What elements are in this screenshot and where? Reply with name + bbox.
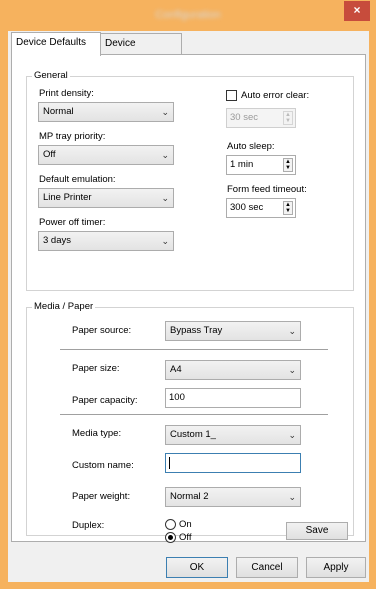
default-emulation-label: Default emulation: xyxy=(39,174,116,185)
chevron-down-icon: ⌄ xyxy=(288,492,296,502)
separator xyxy=(60,414,328,415)
form-feed-timeout-label: Form feed timeout: xyxy=(227,184,307,195)
mp-tray-priority-label: MP tray priority: xyxy=(39,131,106,142)
paper-capacity-input[interactable]: 100 xyxy=(165,388,301,408)
mp-tray-priority-value: Off xyxy=(43,149,56,160)
chevron-down-icon: ⌄ xyxy=(161,107,169,117)
paper-weight-label: Paper weight: xyxy=(72,491,131,502)
duplex-off-radio[interactable] xyxy=(165,532,176,543)
chevron-down-icon: ⌄ xyxy=(161,150,169,160)
tab-device-defaults[interactable]: Device Defaults xyxy=(11,32,101,56)
auto-error-clear-label: Auto error clear: xyxy=(241,90,310,101)
custom-name-input[interactable] xyxy=(165,453,301,473)
chevron-down-icon: ⌄ xyxy=(161,236,169,246)
auto-sleep-spinner[interactable]: 1 min ▲ ▼ xyxy=(226,155,296,175)
paper-size-value: A4 xyxy=(170,364,182,375)
apply-button-label: Apply xyxy=(323,562,349,573)
close-button[interactable]: × xyxy=(344,1,370,21)
tab-device-overview[interactable]: Device Overview xyxy=(100,33,182,69)
spinner-arrows-icon[interactable]: ▲ ▼ xyxy=(283,158,293,172)
ok-button[interactable]: OK xyxy=(166,557,228,578)
auto-error-clear-value: 30 sec xyxy=(230,112,258,123)
media-type-value: Custom 1_ xyxy=(170,429,216,440)
media-type-label: Media type: xyxy=(72,428,122,439)
apply-button[interactable]: Apply xyxy=(306,557,366,578)
spinner-arrows-icon[interactable]: ▲ ▼ xyxy=(283,201,293,215)
auto-sleep-value: 1 min xyxy=(230,159,254,170)
power-off-timer-value: 3 days xyxy=(43,235,71,246)
device-defaults-panel: General Print density: Normal ⌄ MP tray … xyxy=(11,54,366,543)
paper-source-select[interactable]: Bypass Tray ⌄ xyxy=(165,321,301,341)
duplex-on-radio[interactable] xyxy=(165,519,176,530)
print-density-value: Normal xyxy=(43,106,74,117)
mp-tray-priority-select[interactable]: Off ⌄ xyxy=(38,145,174,165)
print-density-label: Print density: xyxy=(39,88,94,99)
print-density-select[interactable]: Normal ⌄ xyxy=(38,102,174,122)
media-type-select[interactable]: Custom 1_ ⌄ xyxy=(165,425,301,445)
auto-error-clear-spinner: 30 sec ▲ ▼ xyxy=(226,108,296,128)
cancel-button-label: Cancel xyxy=(251,562,283,573)
spinner-arrows-icon: ▲ ▼ xyxy=(283,111,293,125)
power-off-timer-label: Power off timer: xyxy=(39,217,106,228)
paper-size-label: Paper size: xyxy=(72,363,120,374)
form-feed-timeout-spinner[interactable]: 300 sec ▲ ▼ xyxy=(226,198,296,218)
paper-size-select[interactable]: A4 ⌄ xyxy=(165,360,301,380)
form-feed-timeout-value: 300 sec xyxy=(230,202,264,213)
paper-weight-value: Normal 2 xyxy=(170,491,209,502)
power-off-timer-select[interactable]: 3 days ⌄ xyxy=(38,231,174,251)
window-title: Configuration xyxy=(155,9,221,21)
default-emulation-value: Line Printer xyxy=(43,192,92,203)
title-bar[interactable]: Configuration × xyxy=(0,0,376,30)
paper-source-label: Paper source: xyxy=(72,325,132,336)
paper-weight-select[interactable]: Normal 2 ⌄ xyxy=(165,487,301,507)
custom-name-label: Custom name: xyxy=(72,460,134,471)
close-icon: × xyxy=(353,3,361,17)
save-button[interactable]: Save xyxy=(286,522,348,540)
chevron-down-icon: ⌄ xyxy=(288,365,296,375)
duplex-on-label: On xyxy=(179,519,192,530)
duplex-label: Duplex: xyxy=(72,520,105,531)
auto-sleep-label: Auto sleep: xyxy=(227,141,275,152)
radio-selected-dot xyxy=(168,535,173,540)
duplex-off-label: Off xyxy=(179,532,192,543)
general-group-label: General xyxy=(32,70,70,81)
chevron-down-icon: ⌄ xyxy=(161,193,169,203)
default-emulation-select[interactable]: Line Printer ⌄ xyxy=(38,188,174,208)
chevron-down-icon: ⌄ xyxy=(288,326,296,336)
cancel-button[interactable]: Cancel xyxy=(236,557,298,578)
auto-error-clear-checkbox[interactable] xyxy=(226,90,237,101)
tab-device-defaults-label: Device Defaults xyxy=(16,37,87,48)
paper-capacity-label: Paper capacity: xyxy=(72,395,138,406)
separator xyxy=(60,349,328,350)
save-button-label: Save xyxy=(305,525,329,536)
paper-capacity-value: 100 xyxy=(169,392,185,403)
chevron-down-icon: ⌄ xyxy=(288,430,296,440)
ok-button-label: OK xyxy=(189,562,205,573)
paper-source-value: Bypass Tray xyxy=(170,325,223,336)
text-caret xyxy=(169,457,170,469)
media-paper-group-label: Media / Paper xyxy=(32,301,96,312)
configuration-window: Configuration × Device Defaults Device O… xyxy=(0,0,376,589)
dialog-client-area: Device Defaults Device Overview General … xyxy=(8,31,369,582)
